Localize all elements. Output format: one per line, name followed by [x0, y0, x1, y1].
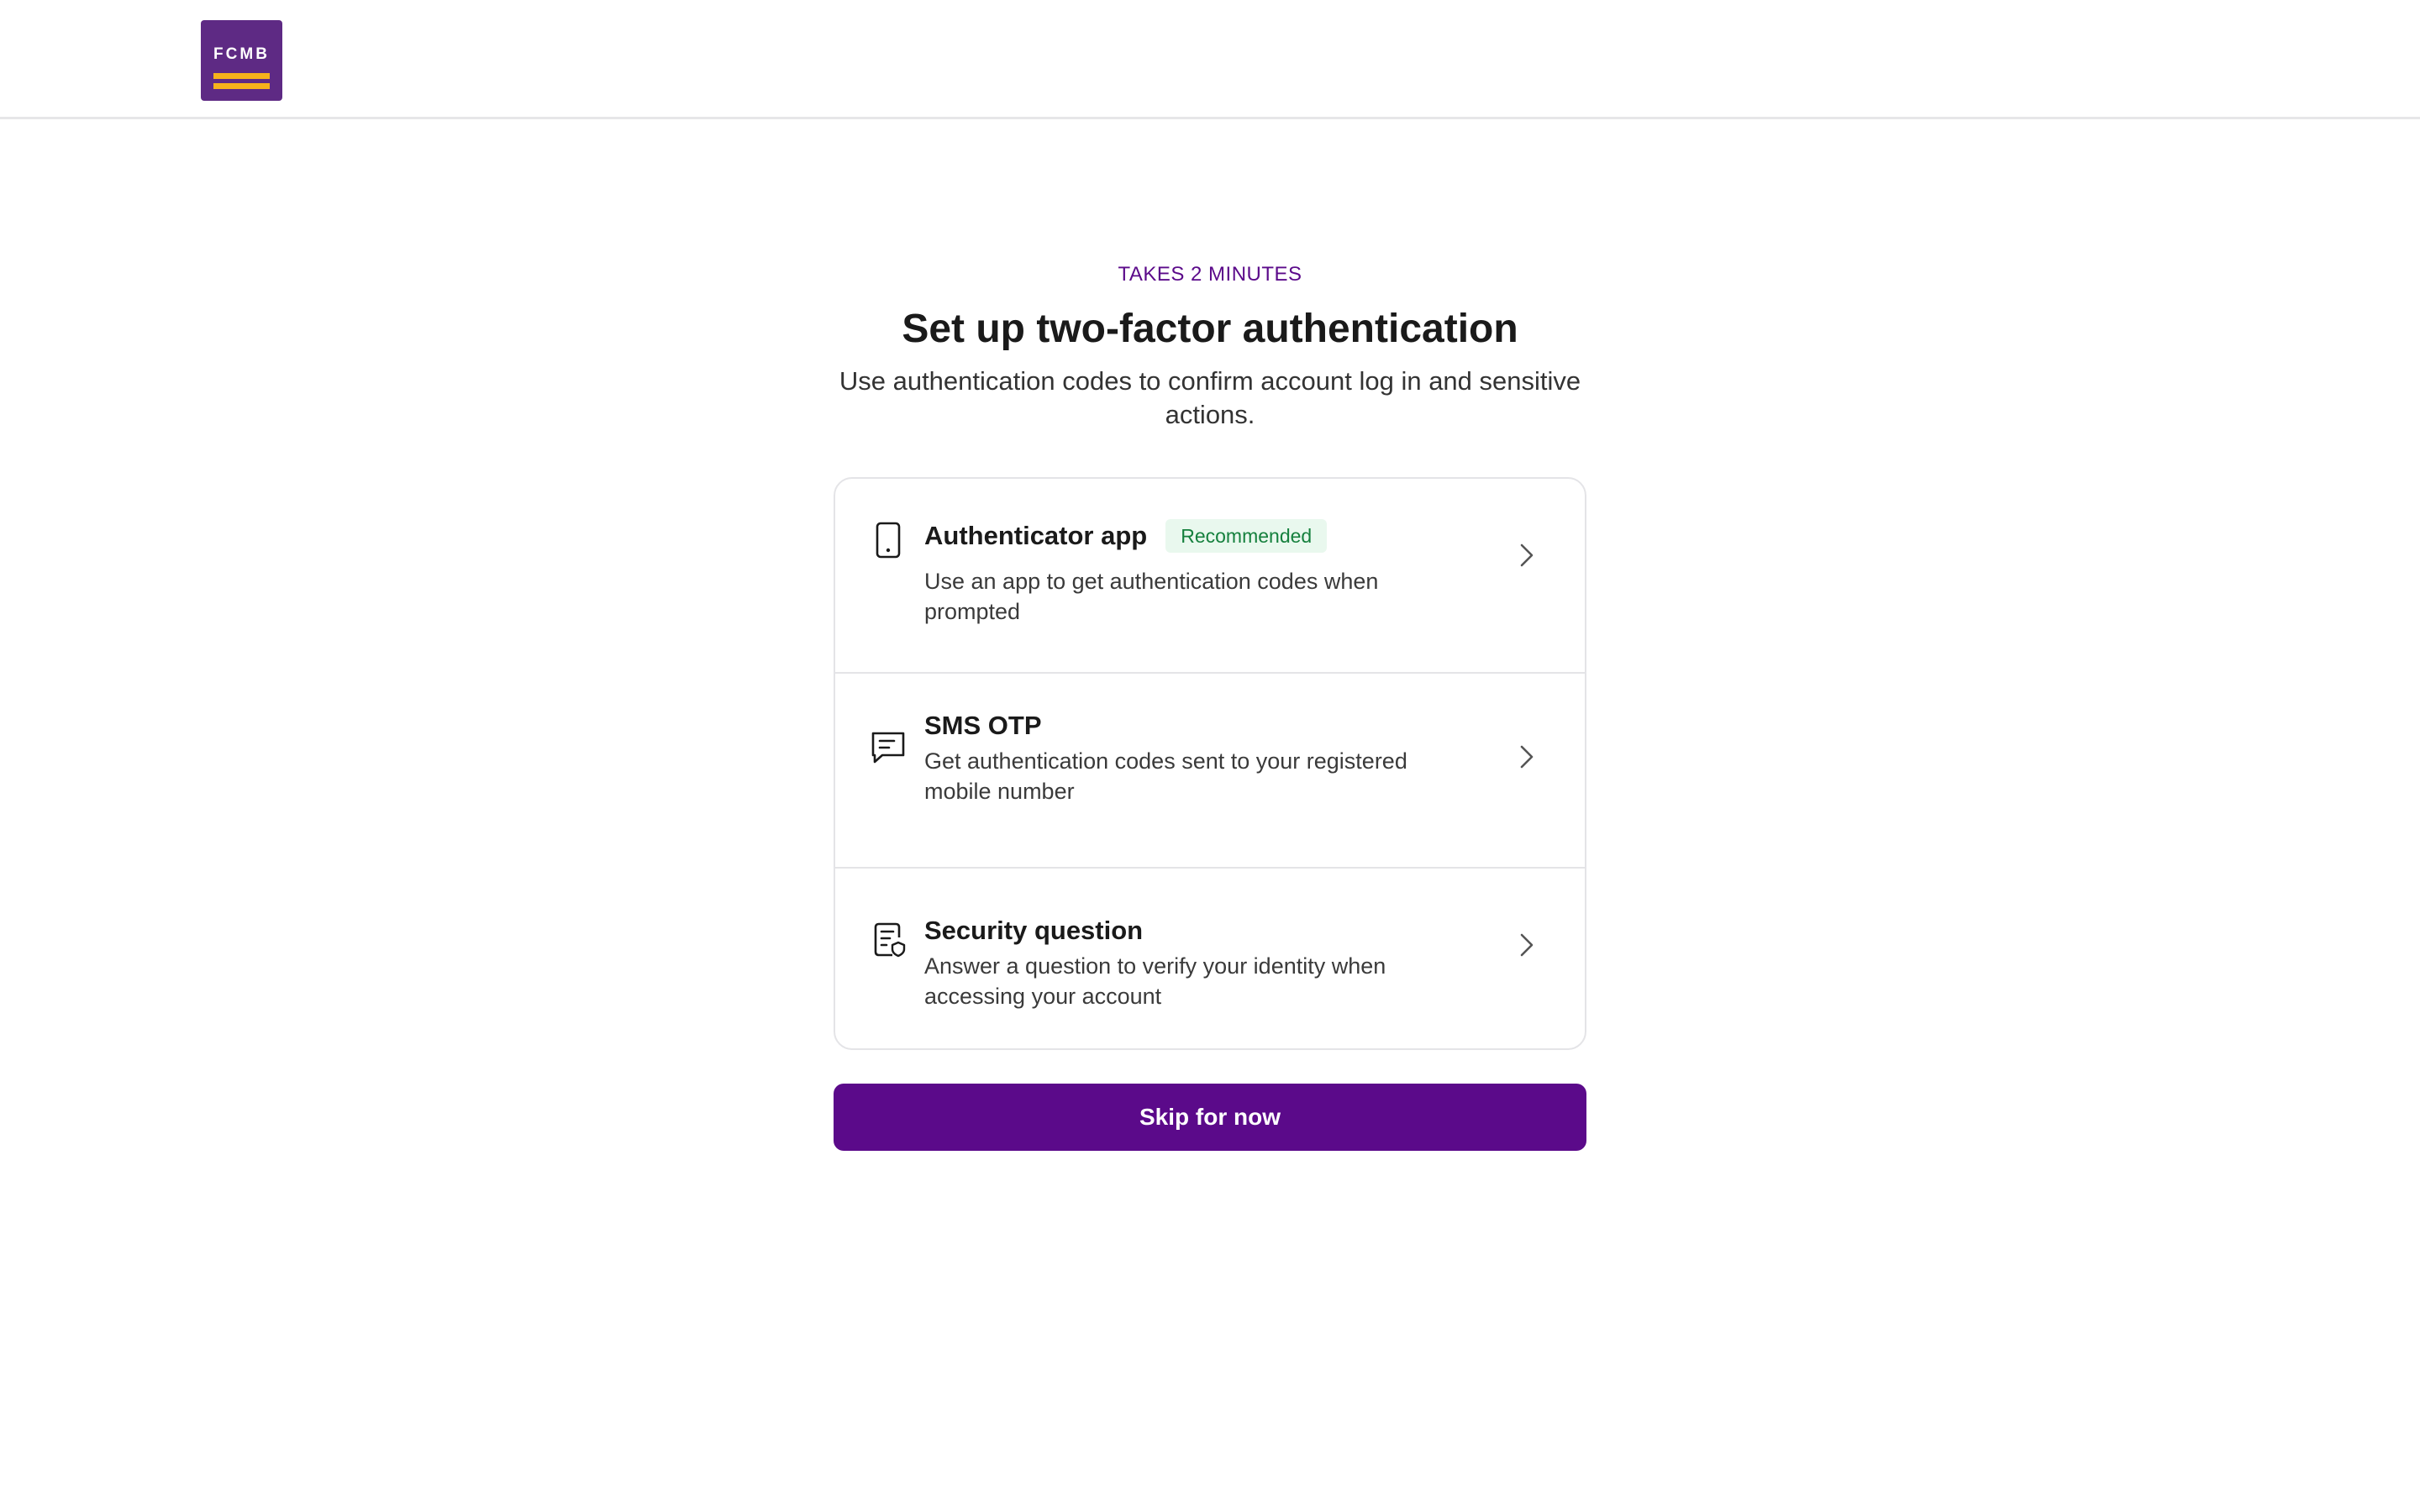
option-sms-otp[interactable]: SMS OTP Get authentication codes sent to… — [835, 674, 1585, 869]
option-description: Answer a question to verify your identit… — [924, 953, 1386, 1009]
option-title: Security question — [924, 916, 1144, 945]
option-description: Use an app to get authentication codes w… — [924, 569, 1379, 624]
chevron-right-icon — [1520, 933, 1534, 957]
option-security-question[interactable]: Security question Answer a question to v… — [835, 869, 1585, 1048]
option-title: Authenticator app — [924, 521, 1148, 550]
logo-text: FCMB — [213, 45, 270, 63]
logo-bar-bottom — [213, 83, 270, 89]
option-title-row: Security question — [924, 912, 1143, 949]
recommended-badge: Recommended — [1165, 519, 1328, 553]
time-estimate: TAKES 2 MINUTES — [1118, 263, 1302, 286]
option-title: SMS OTP — [924, 711, 1042, 740]
skip-button[interactable]: Skip for now — [834, 1084, 1586, 1151]
smartphone-icon — [876, 522, 901, 559]
page-title: Set up two-factor authentication — [902, 307, 1518, 351]
chevron-right-icon — [1520, 543, 1534, 567]
option-title-row: Authenticator app Recommended — [924, 517, 1328, 554]
two-factor-setup: TAKES 2 MINUTES Set up two-factor authen… — [834, 252, 1586, 1151]
message-icon — [871, 732, 905, 764]
logo-bar-top — [213, 73, 270, 79]
top-bar: FCMB — [0, 0, 2420, 119]
method-options: Authenticator app Recommended Use an app… — [834, 477, 1586, 1050]
fcmb-logo[interactable]: FCMB — [201, 20, 282, 101]
security-document-icon — [874, 922, 906, 958]
page-subtitle: Use authentication codes to confirm acco… — [839, 366, 1581, 429]
chevron-right-icon — [1520, 745, 1534, 769]
option-description: Get authentication codes sent to your re… — [924, 748, 1407, 804]
option-authenticator-app[interactable]: Authenticator app Recommended Use an app… — [835, 479, 1585, 674]
option-title-row: SMS OTP — [924, 707, 1042, 744]
